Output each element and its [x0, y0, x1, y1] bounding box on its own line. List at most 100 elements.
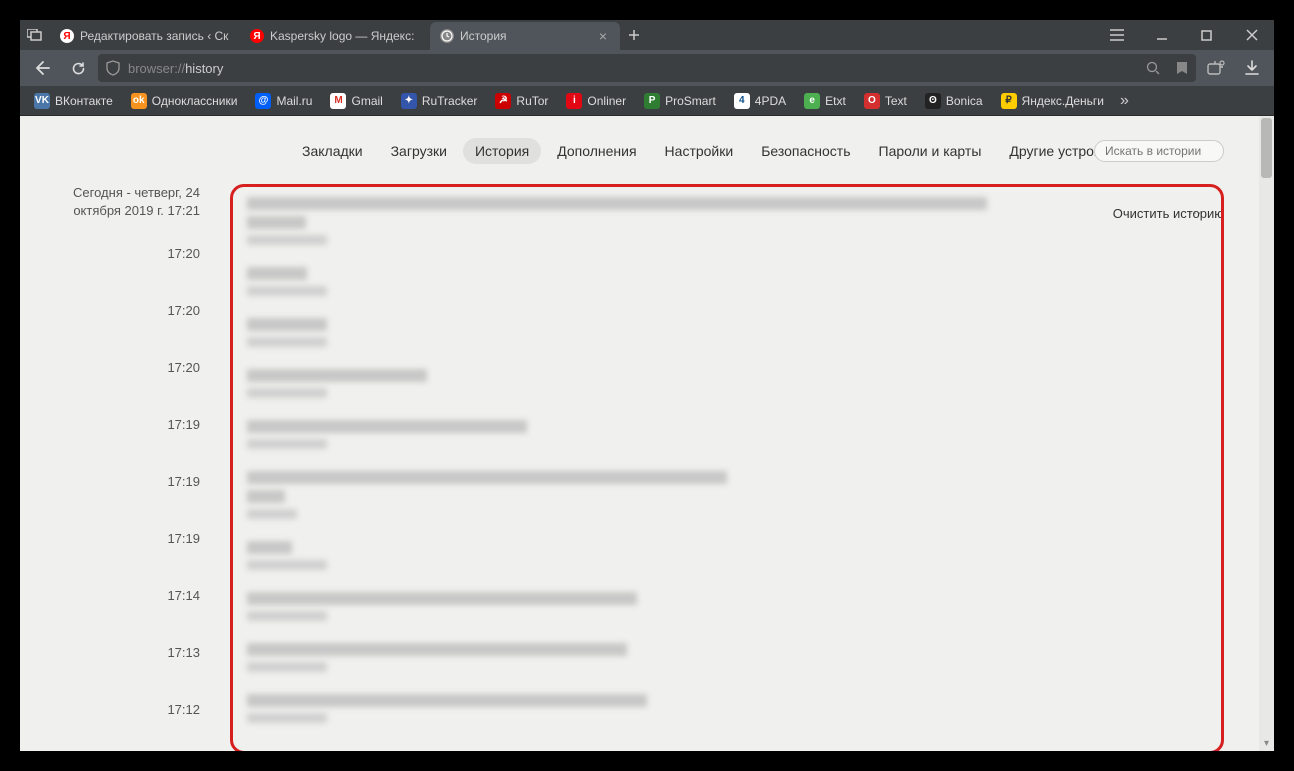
- history-entry[interactable]: [247, 541, 1207, 570]
- bookmark-label: Bonica: [946, 94, 983, 108]
- titlebar: Я Редактировать запись ‹ Ск ЯKaspersky log…: [20, 20, 1274, 50]
- history-entry[interactable]: [247, 318, 1207, 347]
- history-entry[interactable]: [247, 197, 1207, 245]
- history-entry[interactable]: [247, 471, 1207, 519]
- history-time: 17:14: [50, 566, 200, 623]
- bookmark-favicon: 4: [734, 93, 750, 109]
- bookmark-item[interactable]: ₽ Яндекс.Деньги: [993, 89, 1112, 113]
- bookmark-item[interactable]: P ProSmart: [636, 89, 724, 113]
- bookmark-item[interactable]: ☭ RuTor: [487, 89, 556, 113]
- favicon: Я: [60, 29, 74, 43]
- bookmark-favicon: ok: [131, 93, 147, 109]
- bookmark-favicon: i: [566, 93, 582, 109]
- settings-tab[interactable]: Пароли и карты: [867, 138, 994, 164]
- bookmark-label: ProSmart: [665, 94, 716, 108]
- settings-tab[interactable]: История: [463, 138, 541, 164]
- new-tab-button[interactable]: [620, 21, 648, 49]
- history-time: 17:20: [50, 338, 200, 395]
- close-button[interactable]: [1229, 20, 1274, 50]
- history-time: 17:19: [50, 452, 200, 509]
- bookmark-favicon: ✦: [401, 93, 417, 109]
- downloads-button[interactable]: [1236, 52, 1268, 84]
- scrollbar[interactable]: ▾: [1259, 116, 1274, 751]
- bookmarks-bar: VK ВКонтакте ok Одноклассники @ Mail.ru M Gmail…: [20, 86, 1274, 116]
- back-button[interactable]: [26, 52, 58, 84]
- bookmark-item[interactable]: 4 4PDA: [726, 89, 794, 113]
- bookmark-favicon: e: [804, 93, 820, 109]
- search-icon[interactable]: [1146, 61, 1160, 75]
- address-bar: browser://history: [20, 50, 1274, 86]
- time-column: Сегодня - четверг, 24 октября 2019 г. 17…: [50, 184, 230, 751]
- minimize-button[interactable]: [1139, 20, 1184, 50]
- history-entry[interactable]: [247, 267, 1207, 296]
- bookmark-label: Gmail: [351, 94, 382, 108]
- bookmark-label: Onliner: [587, 94, 626, 108]
- bookmark-favicon: P: [644, 93, 660, 109]
- history-time: 17:20: [50, 281, 200, 338]
- tab-title: Редактировать запись ‹ Ск: [80, 29, 230, 43]
- maximize-button[interactable]: [1184, 20, 1229, 50]
- bookmark-item[interactable]: O Text: [856, 89, 915, 113]
- bookmarks-overflow[interactable]: »: [1114, 92, 1135, 110]
- history-entries-highlight: …: [230, 184, 1224, 751]
- bookmark-label: Mail.ru: [276, 94, 312, 108]
- url-input[interactable]: browser://history: [98, 54, 1196, 82]
- browser-tab[interactable]: История×: [430, 22, 620, 50]
- menu-button[interactable]: [1094, 20, 1139, 50]
- history-time: 17:12: [50, 680, 200, 737]
- bookmark-item[interactable]: VK ВКонтакте: [26, 89, 121, 113]
- browser-tab[interactable]: Я Редактировать запись ‹ Ск: [50, 22, 240, 50]
- history-entry[interactable]: [247, 592, 1207, 621]
- bookmark-label: RuTor: [516, 94, 548, 108]
- bookmark-item[interactable]: M Gmail: [322, 89, 390, 113]
- app-icon: [20, 29, 50, 41]
- bookmark-label: Яндекс.Деньги: [1022, 94, 1104, 108]
- history-page: ▾ ЗакладкиЗагрузкиИсторияДополненияНастр…: [20, 116, 1274, 751]
- url-path: history: [185, 61, 223, 76]
- bookmark-item[interactable]: @ Mail.ru: [247, 89, 320, 113]
- favicon: Я: [250, 29, 264, 43]
- close-icon[interactable]: ×: [596, 29, 610, 43]
- extension-icon[interactable]: [1200, 52, 1232, 84]
- history-entry[interactable]: [247, 420, 1207, 449]
- bookmark-favicon: @: [255, 93, 271, 109]
- bookmark-label: ВКонтакте: [55, 94, 113, 108]
- shield-icon: [106, 60, 120, 76]
- settings-tab[interactable]: Дополнения: [545, 138, 648, 164]
- settings-tab[interactable]: Безопасность: [749, 138, 862, 164]
- bookmark-label: 4PDA: [755, 94, 786, 108]
- bookmark-favicon: M: [330, 93, 346, 109]
- settings-tab[interactable]: Настройки: [653, 138, 746, 164]
- bookmark-label: Одноклассники: [152, 94, 238, 108]
- history-time: 17:19: [50, 509, 200, 566]
- history-entry[interactable]: [247, 643, 1207, 672]
- bookmark-favicon: ₽: [1001, 93, 1017, 109]
- window-controls: [1094, 20, 1274, 50]
- bookmark-favicon: VK: [34, 93, 50, 109]
- reload-button[interactable]: [62, 52, 94, 84]
- bookmark-label: Text: [885, 94, 907, 108]
- bookmark-icon[interactable]: [1176, 61, 1188, 75]
- today-date-line2: октября 2019 г. 17:21: [50, 202, 200, 220]
- bookmark-item[interactable]: i Onliner: [558, 89, 634, 113]
- tab-strip: Я Редактировать запись ‹ Ск ЯKaspersky log…: [50, 20, 620, 50]
- bookmark-label: Etxt: [825, 94, 846, 108]
- scroll-down-arrow[interactable]: ▾: [1259, 736, 1274, 751]
- entry-menu-icon[interactable]: …: [1188, 201, 1203, 217]
- bookmark-favicon: ☭: [495, 93, 511, 109]
- history-entry[interactable]: [247, 369, 1207, 398]
- history-search-input[interactable]: [1094, 140, 1224, 162]
- bookmark-item[interactable]: ✦RuTracker: [393, 89, 486, 113]
- bookmark-item[interactable]: e Etxt: [796, 89, 854, 113]
- bookmark-favicon: O: [864, 93, 880, 109]
- scrollbar-thumb[interactable]: [1261, 118, 1272, 178]
- bookmark-item[interactable]: ok Одноклассники: [123, 89, 246, 113]
- settings-tab[interactable]: Загрузки: [379, 138, 459, 164]
- history-icon: [440, 29, 454, 43]
- browser-tab[interactable]: ЯKaspersky logo — Яндекс:: [240, 22, 430, 50]
- settings-nav: ЗакладкиЗагрузкиИсторияДополненияНастрой…: [20, 116, 1274, 174]
- settings-tab[interactable]: Закладки: [290, 138, 375, 164]
- history-time: 17:19: [50, 395, 200, 452]
- bookmark-item[interactable]: ʘBonica: [917, 89, 991, 113]
- history-entry[interactable]: [247, 694, 1207, 723]
